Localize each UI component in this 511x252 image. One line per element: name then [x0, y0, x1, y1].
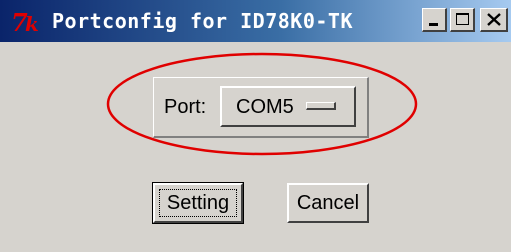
maximize-button[interactable] [450, 8, 475, 32]
tk-icon: 7 k [11, 9, 39, 35]
svg-text:k: k [25, 12, 39, 35]
close-button[interactable] [480, 8, 508, 32]
cancel-button[interactable]: Cancel [287, 183, 369, 223]
minimize-icon [429, 23, 438, 26]
port-menubutton[interactable]: COM5 [220, 86, 356, 127]
menubutton-indicator-icon [306, 102, 336, 110]
port-label: Port: [164, 96, 207, 118]
window-title: Portconfig for ID78K0-TK [52, 9, 353, 33]
cancel-button-label: Cancel [296, 192, 360, 214]
setting-button-label: Setting [166, 192, 230, 214]
port-selected-value: COM5 [236, 96, 294, 118]
setting-button[interactable]: Setting [152, 182, 244, 224]
title-bar[interactable]: 7 k Portconfig for ID78K0-TK [0, 0, 511, 42]
minimize-button[interactable] [422, 8, 447, 32]
portconfig-window: 7 k Portconfig for ID78K0-TK Port: COM5 [0, 0, 511, 252]
port-frame: Port: COM5 [153, 77, 369, 138]
maximize-icon [456, 13, 469, 25]
close-icon [487, 13, 501, 26]
